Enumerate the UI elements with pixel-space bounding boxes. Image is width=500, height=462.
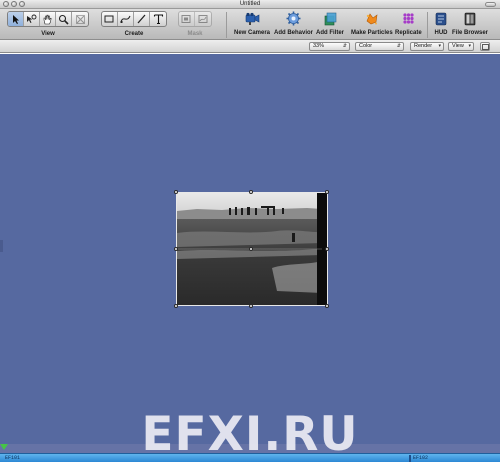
add-filter-button[interactable]: Add Filter xyxy=(316,11,344,36)
view-popup[interactable]: View ▾ xyxy=(448,42,474,51)
toolbar-separator xyxy=(226,12,227,38)
replicate-label: Replicate xyxy=(395,30,422,36)
new-camera-label: New Camera xyxy=(234,30,271,36)
adjust-3d-tool-button[interactable] xyxy=(24,12,40,26)
rectangle-mask-icon xyxy=(181,15,191,23)
toolbar-toggle-button[interactable] xyxy=(485,2,496,7)
selection-handle[interactable] xyxy=(174,304,178,308)
paint-stroke-icon xyxy=(137,14,146,24)
select-tool-button[interactable] xyxy=(8,12,24,26)
selection-handle[interactable] xyxy=(174,190,178,194)
gear-behavior-icon xyxy=(286,11,302,26)
hud-icon xyxy=(433,11,449,26)
rectangle-mask-tool-button[interactable] xyxy=(179,12,195,26)
file-browser-button[interactable]: File Browser xyxy=(452,11,488,36)
create-group-label: Create xyxy=(124,31,144,37)
render-value: Render xyxy=(414,43,433,49)
view-value: View xyxy=(452,43,464,49)
selection-handle[interactable] xyxy=(174,247,178,251)
make-particles-label: Make Particles xyxy=(351,30,393,36)
add-filter-label: Add Filter xyxy=(316,30,344,36)
bezier-icon xyxy=(120,15,131,23)
mask-group-label: Mask xyxy=(187,31,203,37)
rectangle-icon xyxy=(104,15,114,23)
text-tool-button[interactable] xyxy=(150,12,166,26)
pan-hand-icon xyxy=(43,14,52,24)
zoom-magnifier-icon xyxy=(58,14,69,25)
create-tool-group: Create xyxy=(101,11,167,37)
selection-handle[interactable] xyxy=(325,247,329,251)
hud-label: HUD xyxy=(434,30,448,36)
select-arrow-icon xyxy=(12,14,19,24)
view-layout-icon xyxy=(481,43,489,50)
replicate-button[interactable]: Replicate xyxy=(395,11,422,36)
selection-handle[interactable] xyxy=(249,190,253,194)
bezier-mask-tool-button[interactable] xyxy=(195,12,211,26)
anchor-point-handle[interactable] xyxy=(249,247,253,251)
view-group-label: View xyxy=(41,31,55,37)
channels-value: Color xyxy=(359,43,373,49)
replicate-icon xyxy=(400,11,416,26)
popup-arrows-icon: ⇵ xyxy=(342,43,347,49)
make-particles-button[interactable]: Make Particles xyxy=(351,11,393,36)
particles-icon xyxy=(364,11,380,26)
zoom-tool-button[interactable] xyxy=(56,12,72,26)
view-layout-button[interactable] xyxy=(480,42,490,51)
hud-button[interactable]: HUD xyxy=(433,11,449,36)
bezier-tool-button[interactable] xyxy=(118,12,134,26)
watermark-text: EFXI.RU xyxy=(141,407,359,462)
filter-icon xyxy=(322,11,338,26)
view-tool-group: View xyxy=(7,11,89,37)
selection-handle[interactable] xyxy=(249,304,253,308)
pan-tool-button[interactable] xyxy=(40,12,56,26)
popup-arrows-icon: ⇵ xyxy=(396,43,401,49)
canvas-options-bar: 33% ⇵ Color ⇵ Render ▾ View ▾ xyxy=(0,40,500,53)
motion-app-window: Untitled View Create Mask New Camera Add… xyxy=(0,0,500,462)
selection-handle[interactable] xyxy=(325,304,329,308)
add-behavior-label: Add Behavior xyxy=(274,30,314,36)
zoom-level-value: 33% xyxy=(313,43,325,49)
add-behavior-button[interactable]: Add Behavior xyxy=(274,11,313,36)
camera-icon xyxy=(244,11,260,26)
transform-disabled-icon xyxy=(75,14,85,24)
transform-tool-button[interactable] xyxy=(72,12,88,26)
render-popup[interactable]: Render ▾ xyxy=(410,42,444,51)
view-tools-segment xyxy=(7,11,89,27)
adjust-3d-transform-icon xyxy=(27,14,37,23)
chevron-down-icon: ▾ xyxy=(468,43,471,49)
new-camera-button[interactable]: New Camera xyxy=(234,11,270,36)
window-title: Untitled xyxy=(239,1,261,7)
chevron-down-icon: ▾ xyxy=(438,43,441,49)
file-browser-label: File Browser xyxy=(452,30,489,36)
text-icon xyxy=(153,14,163,24)
toolbar-separator xyxy=(427,12,428,38)
rectangle-tool-button[interactable] xyxy=(102,12,118,26)
main-toolbar: View Create Mask New Camera Add Behavior… xyxy=(0,9,500,40)
bezier-mask-icon xyxy=(198,15,207,23)
mask-tools-segment xyxy=(178,11,212,27)
channels-popup[interactable]: Color ⇵ xyxy=(355,42,404,51)
canvas-resize-grip[interactable] xyxy=(0,240,3,252)
mask-tool-group: Mask xyxy=(178,11,212,37)
selection-handle[interactable] xyxy=(325,190,329,194)
create-tools-segment xyxy=(101,11,167,27)
paint-stroke-tool-button[interactable] xyxy=(134,12,150,26)
zoom-level-popup[interactable]: 33% ⇵ xyxy=(309,42,350,51)
file-browser-icon xyxy=(462,11,478,26)
title-bar: Untitled xyxy=(0,0,500,9)
